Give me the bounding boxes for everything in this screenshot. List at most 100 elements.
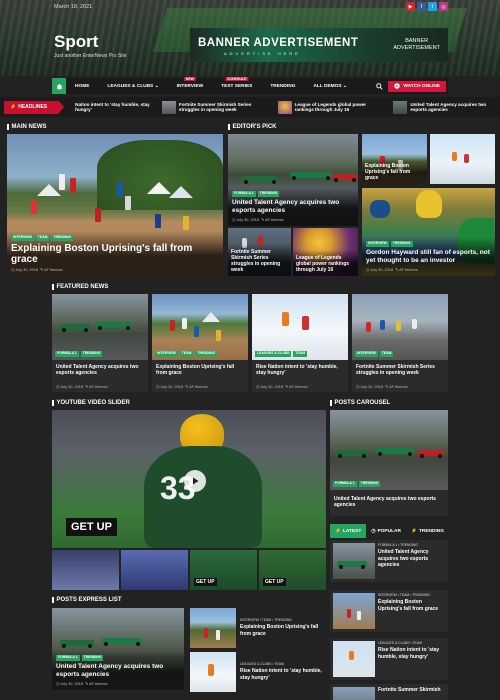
express-list-item[interactable]: INTERVIEW • TEAM • TRENDING Explaining Bo… xyxy=(190,608,325,648)
express-list-item[interactable]: LEAGUES & CLUBS • TEAM Rise Nation intent… xyxy=(190,652,325,692)
nav-item-home[interactable]: HOME xyxy=(66,78,98,94)
main-news-title[interactable]: Explaining Boston Uprising's fall from g… xyxy=(11,243,219,265)
category-tag[interactable]: FORMULA 1 xyxy=(333,481,357,487)
express-title[interactable]: Explaining Boston Uprising's fall from g… xyxy=(240,624,325,637)
post-author[interactable]: AF themes xyxy=(44,268,62,272)
post-author[interactable]: AF themes xyxy=(389,385,407,389)
sidebar-post-title[interactable]: Rise Nation intent to 'stay humble, stay… xyxy=(378,647,445,660)
featured-title[interactable]: Fortnite Summer Skirmish Series struggle… xyxy=(356,364,444,377)
category-tag[interactable]: INTERVIEW xyxy=(355,351,378,357)
featured-thumbnail: INTERVIEW TEAM TRENDING xyxy=(152,294,248,360)
featured-title[interactable]: Explaining Boston Uprising's fall from g… xyxy=(156,364,244,377)
video-thumbnail[interactable]: GET UP xyxy=(259,550,326,590)
category-tag[interactable]: TRENDING xyxy=(358,481,381,487)
main-news-card[interactable]: INTERVIEW TEAM TRENDING Explaining Bosto… xyxy=(7,134,223,276)
card-title[interactable]: League of Legends global power rankings … xyxy=(296,255,355,273)
category-tag[interactable]: TRENDING xyxy=(80,351,103,357)
express-title[interactable]: Rise Nation intent to 'stay humble, stay… xyxy=(240,668,325,681)
editors-pick-large-card[interactable]: FORMULA 1 TRENDING United Talent Agency … xyxy=(228,134,358,226)
category-tag[interactable]: LEAGUES & CLUBS xyxy=(255,351,292,357)
tab-trending[interactable]: ⚡ TRENDING xyxy=(406,524,449,538)
play-icon[interactable] xyxy=(184,470,206,492)
youtube-icon[interactable]: ▶ xyxy=(406,2,415,11)
express-main-title[interactable]: United Talent Agency acquires two esport… xyxy=(56,663,180,679)
category-tag[interactable]: TRENDING xyxy=(195,351,218,357)
nav-item-trending[interactable]: TRENDING xyxy=(261,78,304,94)
banner-advertisement[interactable]: BANNER ADVERTISEMENT ADVERTISE HERE BANN… xyxy=(190,28,448,62)
nav-item-test-series[interactable]: SCHEDULE TEST SERIES xyxy=(212,77,261,94)
ticker-item[interactable]: Nation intent to 'stay humble, stay hung… xyxy=(75,102,153,113)
nav-item-leagues[interactable]: LEAGUES & CLUBS ⌄ xyxy=(98,78,167,94)
sidebar-post-title[interactable]: United Talent Agency acquires two esport… xyxy=(378,549,445,569)
featured-card[interactable]: INTERVIEW TEAM Fortnite Summer Skirmish … xyxy=(352,294,448,392)
post-author[interactable]: AF themes xyxy=(89,682,107,686)
post-date: July 30, 2018 xyxy=(15,268,38,272)
featured-title[interactable]: Rise Nation intent to 'stay humble, stay… xyxy=(256,364,344,377)
home-icon[interactable] xyxy=(52,78,66,94)
nav-item-all-demos[interactable]: ALL DEMOS ⌄ xyxy=(304,78,356,94)
carousel-card[interactable]: FORMULA 1 TRENDING United Talent Agency … xyxy=(330,410,448,516)
editors-pick-small-card[interactable]: League of Legends global power rankings … xyxy=(293,228,358,276)
editors-pick-small-card[interactable]: Explaining Boston Uprising's fall from g… xyxy=(362,134,427,184)
carousel-title[interactable]: United Talent Agency acquires two esport… xyxy=(334,496,444,509)
video-thumbnail[interactable] xyxy=(121,550,188,590)
post-author[interactable]: AF themes xyxy=(399,268,417,272)
category-tag[interactable]: TEAM xyxy=(179,351,194,357)
sidebar-post[interactable]: LEAGUES & CLUBS • TEAM Rise Nation intent… xyxy=(330,638,448,680)
banner-side-line1: BANNER xyxy=(405,38,429,44)
category-tag[interactable]: FORMULA 1 xyxy=(55,351,79,357)
sidebar-post[interactable]: Fortnite Summer Skirmish xyxy=(330,684,448,700)
card-title[interactable]: Fortnite Summer Skirmish Series struggle… xyxy=(231,249,288,273)
video-thumbnail[interactable] xyxy=(52,550,119,590)
post-author[interactable]: AF themes xyxy=(89,385,107,389)
card-title[interactable]: Explaining Boston Uprising's fall from g… xyxy=(365,163,424,181)
editors-pick-title[interactable]: United Talent Agency acquires two esport… xyxy=(232,199,354,215)
category-tag[interactable]: INTERVIEW xyxy=(366,241,389,247)
watch-online-button[interactable]: WATCH ONLINE xyxy=(388,80,446,92)
category-tag[interactable]: TEAM xyxy=(293,351,308,357)
post-date: July 30, 2018 xyxy=(236,218,259,222)
post-author[interactable]: AF themes xyxy=(289,385,307,389)
editors-pick-tall-card[interactable]: INTERVIEW TRENDING Gordon Hayward still … xyxy=(362,188,495,276)
category-tag[interactable]: FORMULA 1 xyxy=(56,655,80,661)
sidebar-post-title[interactable]: Explaining Boston Uprising's fall from g… xyxy=(378,599,445,612)
nav-item-interview[interactable]: NEW INTERVIEW xyxy=(168,77,213,94)
twitter-icon[interactable]: t xyxy=(428,2,437,11)
category-tag[interactable]: TRENDING xyxy=(390,241,413,247)
category-tag[interactable]: TEAM xyxy=(35,235,50,241)
express-main-card[interactable]: FORMULA 1 TRENDING United Talent Agency … xyxy=(52,608,184,690)
post-author[interactable]: AF themes xyxy=(189,385,207,389)
tab-latest[interactable]: ⚡ LATEST xyxy=(330,524,367,538)
ticker-item[interactable]: League of Legends global power rankings … xyxy=(277,100,385,114)
video-thumbnail[interactable]: GET UP xyxy=(190,550,257,590)
tab-popular[interactable]: ◷ POPULAR xyxy=(366,524,406,538)
featured-card[interactable]: LEAGUES & CLUBS TEAM Rise Nation intent … xyxy=(252,294,348,392)
ticker-item[interactable]: Fortnite Summer Skirmish Series struggle… xyxy=(161,100,269,114)
category-tag[interactable]: TRENDING xyxy=(257,191,280,197)
sidebar-post-title[interactable]: Fortnite Summer Skirmish xyxy=(378,687,441,694)
category-tag[interactable]: TRENDING xyxy=(81,655,104,661)
category-tag[interactable]: INTERVIEW xyxy=(11,235,34,241)
site-title[interactable]: Sport xyxy=(54,32,98,52)
category-tag[interactable]: FORMULA 1 xyxy=(232,191,256,197)
post-author[interactable]: AF themes xyxy=(265,218,283,222)
search-icon[interactable] xyxy=(374,81,385,92)
editors-pick-small-card[interactable]: Fortnite Summer Skirmish Series struggle… xyxy=(228,228,291,276)
sidebar-post[interactable]: FORMULA 1 • TRENDING United Talent Agency… xyxy=(330,540,448,582)
editors-pick-small-card[interactable] xyxy=(430,134,495,184)
category-tag[interactable]: TEAM xyxy=(379,351,394,357)
featured-card[interactable]: INTERVIEW TEAM TRENDING Explaining Bosto… xyxy=(152,294,248,392)
sidebar-tabs: ⚡ LATEST ◷ POPULAR ⚡ TRENDING xyxy=(330,524,448,538)
category-tag[interactable]: INTERVIEW xyxy=(155,351,178,357)
instagram-icon[interactable]: ◎ xyxy=(439,2,448,11)
facebook-icon[interactable]: f xyxy=(417,2,426,11)
category-tags: LEAGUES & CLUBS TEAM xyxy=(255,351,308,357)
featured-card[interactable]: FORMULA 1 TRENDING United Talent Agency … xyxy=(52,294,148,392)
editors-pick-tall-title[interactable]: Gordon Hayward still fan of esports, not… xyxy=(366,249,491,265)
sidebar-post[interactable]: INTERVIEW • TEAM • TRENDING Explaining Bo… xyxy=(330,590,448,632)
ticker-item[interactable]: United Talent Agency acquires two esport… xyxy=(393,100,500,114)
featured-title[interactable]: United Talent Agency acquires two esport… xyxy=(56,364,144,377)
video-player[interactable]: 33 GET UP xyxy=(52,410,326,548)
category-tag[interactable]: TRENDING xyxy=(51,235,74,241)
bolt-icon: ⚡ xyxy=(10,104,17,110)
